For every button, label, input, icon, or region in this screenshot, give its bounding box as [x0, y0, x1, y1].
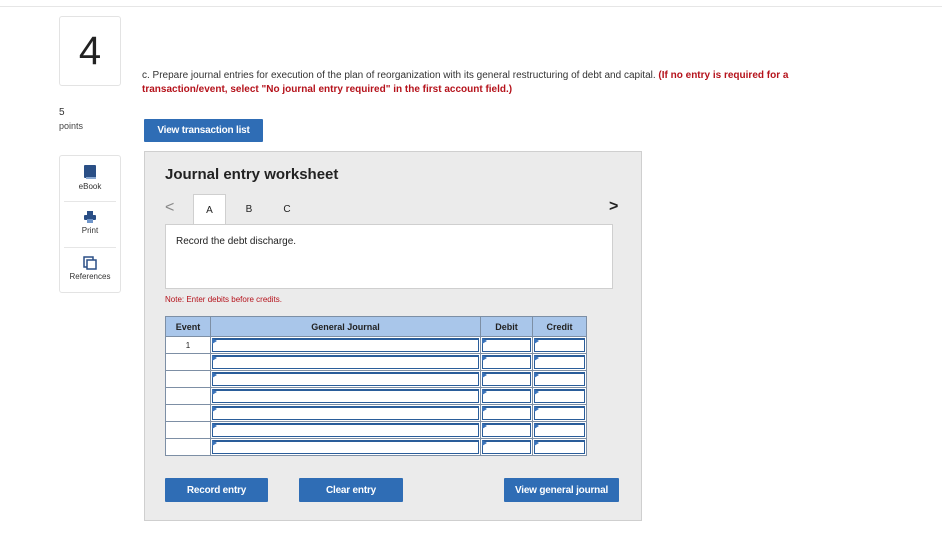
credit-cell[interactable]	[532, 387, 587, 405]
debit-field[interactable]	[482, 338, 531, 352]
printer-icon	[84, 211, 96, 223]
account-field[interactable]	[212, 440, 479, 454]
event-cell	[165, 421, 211, 439]
account-field[interactable]	[212, 355, 479, 369]
event-cell	[165, 404, 211, 422]
header-event: Event	[165, 316, 211, 337]
tab-a[interactable]: A	[193, 194, 226, 225]
view-transaction-list-button[interactable]: View transaction list	[144, 119, 263, 142]
debit-cell[interactable]	[480, 438, 533, 456]
clear-entry-button[interactable]: Clear entry	[299, 478, 403, 502]
debit-field[interactable]	[482, 372, 531, 386]
print-link[interactable]: Print	[60, 202, 120, 247]
credit-cell[interactable]	[532, 353, 587, 371]
points-label: points	[59, 121, 84, 131]
prev-entry-chevron-icon[interactable]: <	[165, 199, 174, 217]
credit-field[interactable]	[534, 423, 585, 437]
journal-header-row: Event General Journal Debit Credit	[165, 316, 587, 337]
event-cell	[165, 353, 211, 371]
account-field[interactable]	[212, 372, 479, 386]
question-number: 4	[59, 16, 121, 86]
credit-cell[interactable]	[532, 404, 587, 422]
credit-field[interactable]	[534, 355, 585, 369]
credit-field[interactable]	[534, 440, 585, 454]
header-debit: Debit	[480, 316, 533, 337]
debit-field[interactable]	[482, 440, 531, 454]
credit-cell[interactable]	[532, 370, 587, 388]
debit-cell[interactable]	[480, 336, 533, 354]
debit-cell[interactable]	[480, 421, 533, 439]
references-icon	[83, 256, 97, 270]
entry-description: Record the debt discharge.	[176, 236, 297, 247]
credit-cell[interactable]	[532, 438, 587, 456]
table-row	[165, 353, 587, 371]
event-cell	[165, 438, 211, 456]
references-link[interactable]: References	[60, 248, 120, 293]
debit-field[interactable]	[482, 423, 531, 437]
credit-field[interactable]	[534, 372, 585, 386]
account-cell[interactable]	[210, 353, 481, 371]
book-icon	[84, 165, 96, 179]
question-prompt: c. Prepare journal entries for execution…	[142, 70, 656, 81]
event-cell	[165, 370, 211, 388]
debit-field[interactable]	[482, 355, 531, 369]
table-row	[165, 404, 587, 422]
entry-description-box	[165, 224, 613, 289]
account-cell[interactable]	[210, 404, 481, 422]
question-text: c. Prepare journal entries for execution…	[142, 69, 842, 97]
account-cell[interactable]	[210, 421, 481, 439]
account-field[interactable]	[212, 389, 479, 403]
view-general-journal-button[interactable]: View general journal	[504, 478, 619, 502]
event-cell: 1	[165, 336, 211, 354]
next-entry-chevron-icon[interactable]: >	[609, 198, 618, 216]
debit-cell[interactable]	[480, 387, 533, 405]
ebook-label: eBook	[78, 182, 102, 191]
table-row	[165, 421, 587, 439]
credit-field[interactable]	[534, 338, 585, 352]
header-credit: Credit	[532, 316, 587, 337]
credit-cell[interactable]	[532, 336, 587, 354]
references-label: References	[69, 272, 111, 281]
journal-table: Event General Journal Debit Credit 1	[165, 316, 587, 456]
table-row	[165, 370, 587, 388]
account-cell[interactable]	[210, 370, 481, 388]
table-row	[165, 438, 587, 456]
top-divider	[0, 6, 942, 7]
debit-field[interactable]	[482, 389, 531, 403]
resource-sidebar: eBook Print References	[59, 155, 121, 293]
tab-b[interactable]: B	[238, 194, 260, 224]
event-cell	[165, 387, 211, 405]
account-field[interactable]	[212, 423, 479, 437]
debit-cell[interactable]	[480, 353, 533, 371]
table-row: 1	[165, 336, 587, 354]
account-field[interactable]	[212, 338, 479, 352]
points-value: 5	[59, 107, 65, 118]
ebook-link[interactable]: eBook	[60, 156, 120, 201]
credit-cell[interactable]	[532, 421, 587, 439]
credit-field[interactable]	[534, 389, 585, 403]
tab-c[interactable]: C	[276, 194, 298, 224]
header-general-journal: General Journal	[210, 316, 481, 337]
entry-note: Note: Enter debits before credits.	[165, 295, 282, 304]
table-row	[165, 387, 587, 405]
worksheet-title: Journal entry worksheet	[165, 166, 339, 183]
debit-field[interactable]	[482, 406, 531, 420]
account-cell[interactable]	[210, 387, 481, 405]
account-cell[interactable]	[210, 438, 481, 456]
debit-cell[interactable]	[480, 370, 533, 388]
record-entry-button[interactable]: Record entry	[165, 478, 268, 502]
debit-cell[interactable]	[480, 404, 533, 422]
credit-field[interactable]	[534, 406, 585, 420]
account-cell[interactable]	[210, 336, 481, 354]
print-label: Print	[81, 226, 99, 235]
account-field[interactable]	[212, 406, 479, 420]
